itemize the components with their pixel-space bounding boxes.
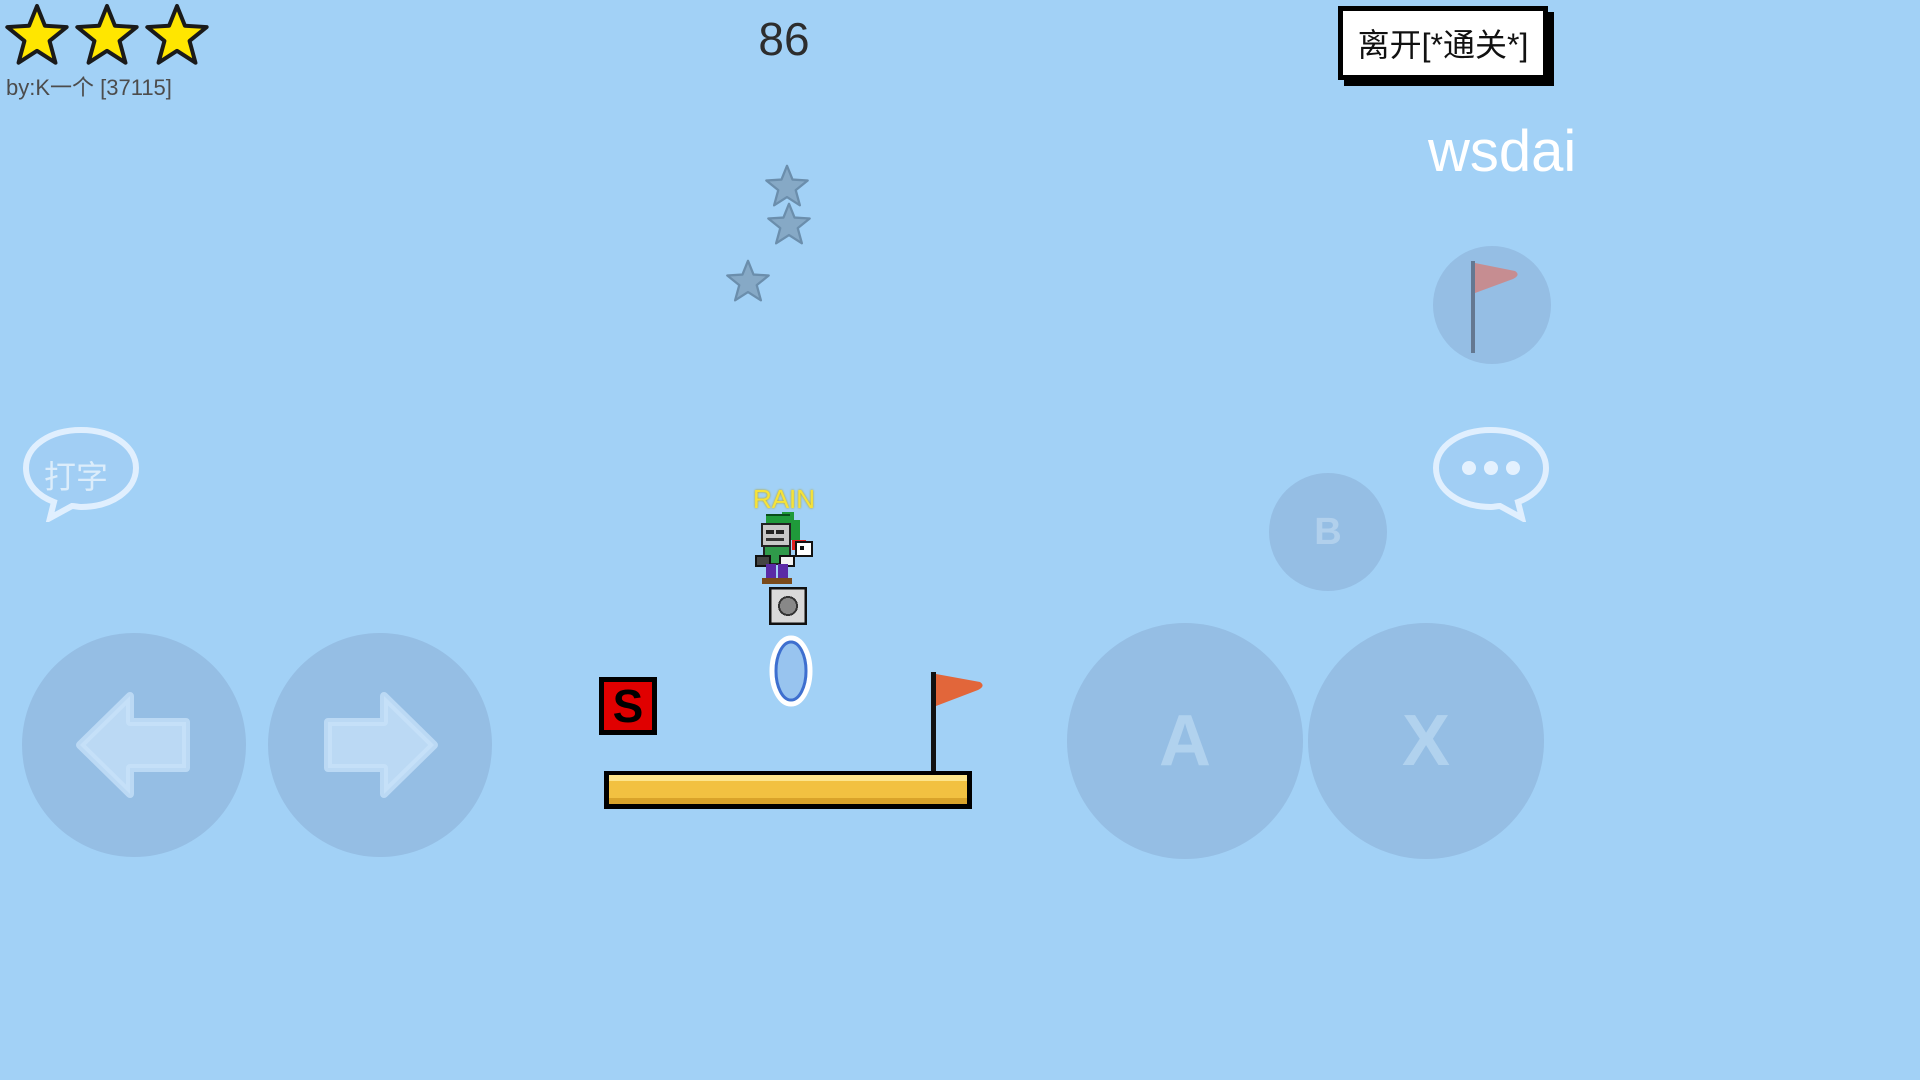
star-icon: [145, 3, 209, 65]
move-right-button[interactable]: [268, 633, 492, 857]
chat-emote-button[interactable]: [1430, 424, 1552, 524]
arrow-right-icon: [324, 692, 438, 798]
timer: 86: [758, 13, 810, 65]
chat-type-label: 打字: [44, 459, 109, 495]
star-icon: [75, 3, 139, 65]
portal-icon: [769, 635, 813, 707]
s-block-label: S: [604, 682, 652, 730]
collectible-star-icon: [726, 259, 770, 302]
platform: [604, 771, 972, 809]
other-player-name: wsdai: [1428, 119, 1577, 184]
goal-flag-icon: [931, 672, 983, 776]
a-button[interactable]: A: [1067, 623, 1303, 859]
s-block: S: [599, 677, 657, 735]
b-button[interactable]: B: [1269, 473, 1387, 591]
collectible-star-icon: [767, 202, 811, 245]
flag-icon: [1471, 261, 1518, 353]
move-left-button[interactable]: [22, 633, 246, 857]
arrow-left-icon: [76, 692, 190, 798]
star-rating: [4, 2, 210, 68]
switch-block: [769, 587, 807, 625]
level-author: by:K一个 [37115]: [6, 75, 172, 100]
exit-level-button[interactable]: 离开[*通关*]: [1338, 6, 1548, 80]
chat-type-button[interactable]: 打字: [20, 424, 142, 522]
player-character-icon: [755, 512, 813, 584]
star-icon: [5, 3, 69, 65]
player-name-tag: RAIN: [752, 484, 816, 514]
checkpoint-flag-button[interactable]: [1433, 246, 1551, 364]
x-button[interactable]: X: [1308, 623, 1544, 859]
speech-bubble-dots-icon: [1432, 426, 1550, 524]
